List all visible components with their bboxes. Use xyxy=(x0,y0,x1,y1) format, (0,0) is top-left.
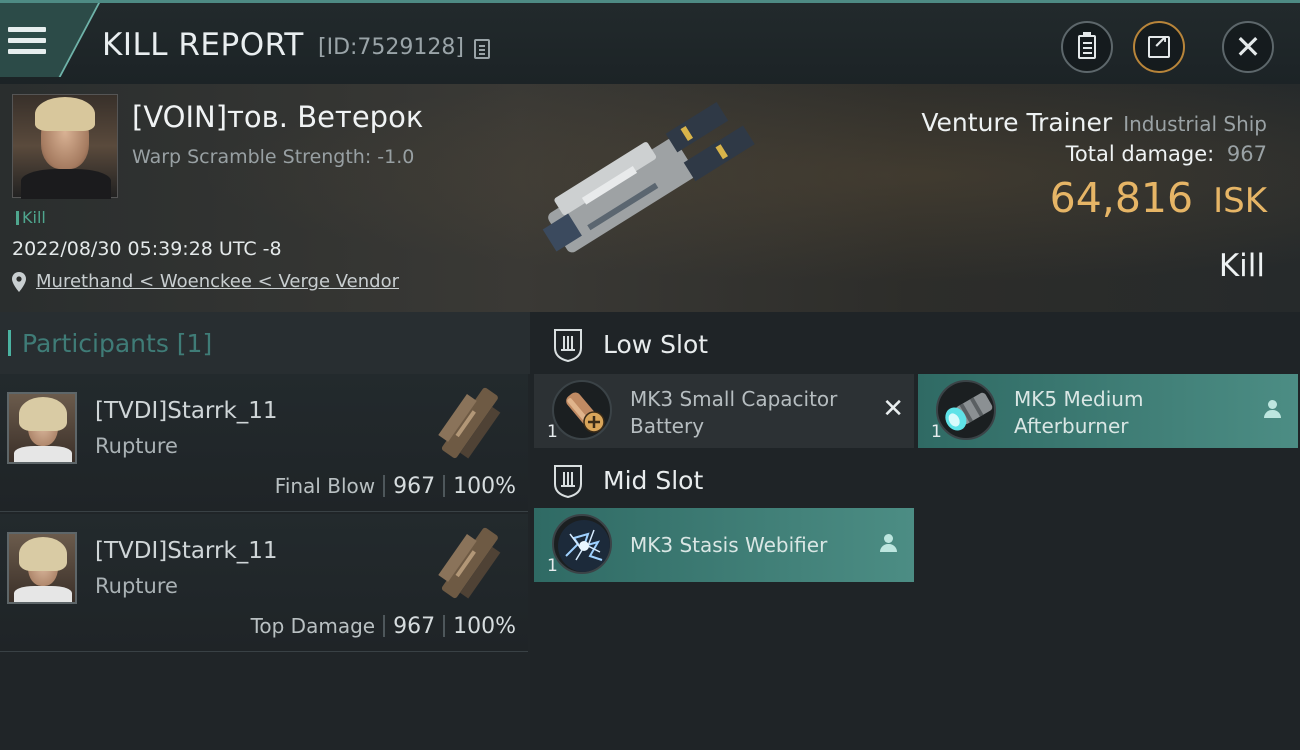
low-slot-header: Low Slot xyxy=(530,312,1300,374)
module-card[interactable]: 1 MK3 Stasis Webifier xyxy=(534,508,914,582)
isk-value-line: 64,816 ISK xyxy=(1050,174,1267,222)
low-slot-icon xyxy=(554,329,582,362)
close-button[interactable]: ✕ xyxy=(1222,21,1274,73)
participants-title: Participants [1] xyxy=(22,329,213,358)
victim-ship-image[interactable] xyxy=(510,90,780,300)
copy-icon[interactable] xyxy=(474,39,490,59)
location-pin-icon xyxy=(12,272,26,292)
total-damage: Total damage: 967 xyxy=(1066,142,1267,166)
share-button[interactable] xyxy=(1133,21,1185,73)
participant-damage: 967 xyxy=(393,474,436,499)
isk-unit: ISK xyxy=(1213,181,1267,221)
mid-slot-header: Mid Slot xyxy=(530,448,1300,510)
share-icon xyxy=(1148,32,1170,58)
close-icon: ✕ xyxy=(1234,28,1262,66)
module-card[interactable]: 1 MK5 Medium Afterburner xyxy=(918,374,1298,448)
kill-timestamp: 2022/08/30 05:39:28 UTC -8 xyxy=(12,238,282,260)
module-name: MK3 Small Capacitor Battery xyxy=(630,387,838,438)
report-icon xyxy=(1078,32,1096,59)
participant-name: [TVDI]Starrk_11 xyxy=(95,538,278,564)
page-title: KILL REPORT xyxy=(102,27,304,63)
participant-name: [TVDI]Starrk_11 xyxy=(95,398,278,424)
participant-ship: Rupture xyxy=(95,434,178,458)
report-button[interactable] xyxy=(1061,21,1113,73)
kill-tag: Kill xyxy=(16,208,46,227)
low-slot-title: Low Slot xyxy=(603,330,709,359)
total-damage-label: Total damage: xyxy=(1065,142,1215,166)
victim-name[interactable]: [VOIN]тов. Ветерок xyxy=(132,100,423,134)
participant-stats: Top Damage 967 100% xyxy=(251,614,516,639)
participant-stats: Final Blow 967 100% xyxy=(275,474,516,499)
participants-header: Participants [1] xyxy=(0,312,530,374)
victim-ship-name[interactable]: Venture Trainer xyxy=(921,108,1112,137)
participant-role: Final Blow xyxy=(274,474,376,498)
participant-damage-percent: 100% xyxy=(453,474,516,499)
participant-damage-percent: 100% xyxy=(453,614,516,639)
pilot-icon xyxy=(880,534,897,552)
module-card[interactable]: 1 MK3 Small Capacitor Battery ✕ xyxy=(534,374,914,448)
victim-ship-class: Industrial Ship xyxy=(1123,112,1267,136)
participant-portrait[interactable] xyxy=(7,532,77,604)
afterburner-icon xyxy=(936,380,996,440)
participant-ship: Rupture xyxy=(95,574,178,598)
module-quantity: 1 xyxy=(547,556,558,576)
participant-portrait[interactable] xyxy=(7,392,77,464)
pilot-icon xyxy=(1264,400,1281,418)
participant-ship-image[interactable] xyxy=(424,516,514,616)
victim-portrait[interactable] xyxy=(12,94,118,199)
module-name: MK5 Medium Afterburner xyxy=(1014,387,1144,438)
total-damage-value: 967 xyxy=(1226,142,1267,166)
victim-ship-line: Venture Trainer Industrial Ship xyxy=(921,108,1267,137)
capacitor-battery-icon xyxy=(552,380,612,440)
participant-damage: 967 xyxy=(393,614,436,639)
participant-row[interactable]: [TVDI]Starrk_11 Rupture Top Damage 967 100… xyxy=(0,514,528,652)
module-name: MK3 Stasis Webifier xyxy=(630,533,828,557)
mid-slot-title: Mid Slot xyxy=(603,466,704,495)
participants-panel: Participants [1] [TVDI]Starrk_11 Rupture… xyxy=(0,312,530,750)
kill-result: Kill xyxy=(1218,248,1265,284)
menu-icon[interactable] xyxy=(8,27,46,55)
report-id: [ID:7529128] xyxy=(318,35,464,60)
participant-role: Top Damage xyxy=(250,614,376,638)
location-link[interactable]: Murethand < Woenckee < Verge Vendor xyxy=(36,271,399,292)
destroyed-icon: ✕ xyxy=(882,394,904,424)
mid-slot-icon xyxy=(554,465,582,498)
isk-value: 64,816 xyxy=(1049,174,1194,222)
module-quantity: 1 xyxy=(547,422,558,442)
stasis-webifier-icon xyxy=(552,514,612,574)
warp-scramble-strength: Warp Scramble Strength: -1.0 xyxy=(132,146,415,168)
participant-row[interactable]: [TVDI]Starrk_11 Rupture Final Blow 967 100… xyxy=(0,374,528,512)
header-bar: KILL REPORT [ID:7529128] ✕ xyxy=(0,0,1300,84)
participant-ship-image[interactable] xyxy=(424,376,514,476)
module-quantity: 1 xyxy=(931,422,942,442)
